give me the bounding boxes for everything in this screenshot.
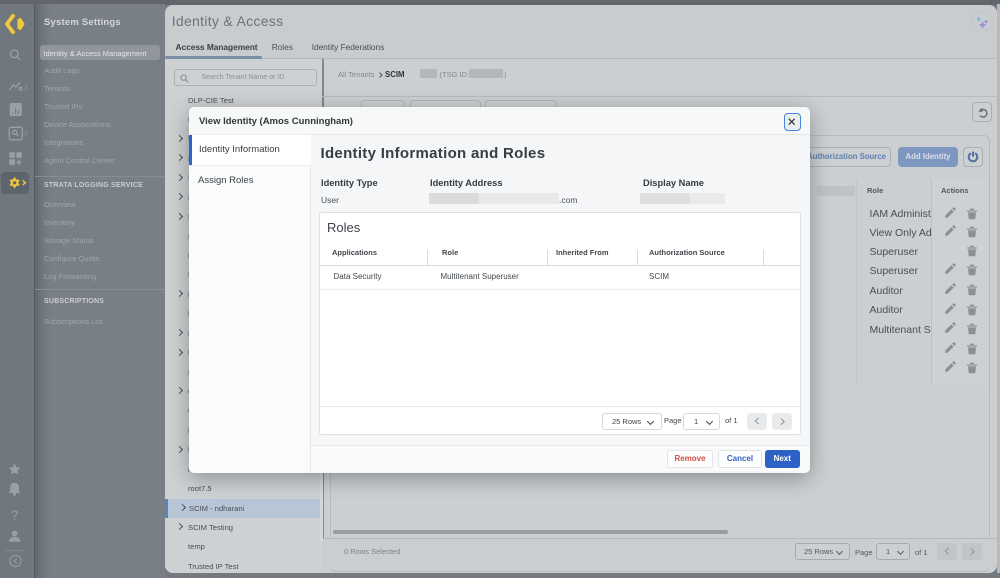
- svg-text:?: ?: [11, 508, 18, 523]
